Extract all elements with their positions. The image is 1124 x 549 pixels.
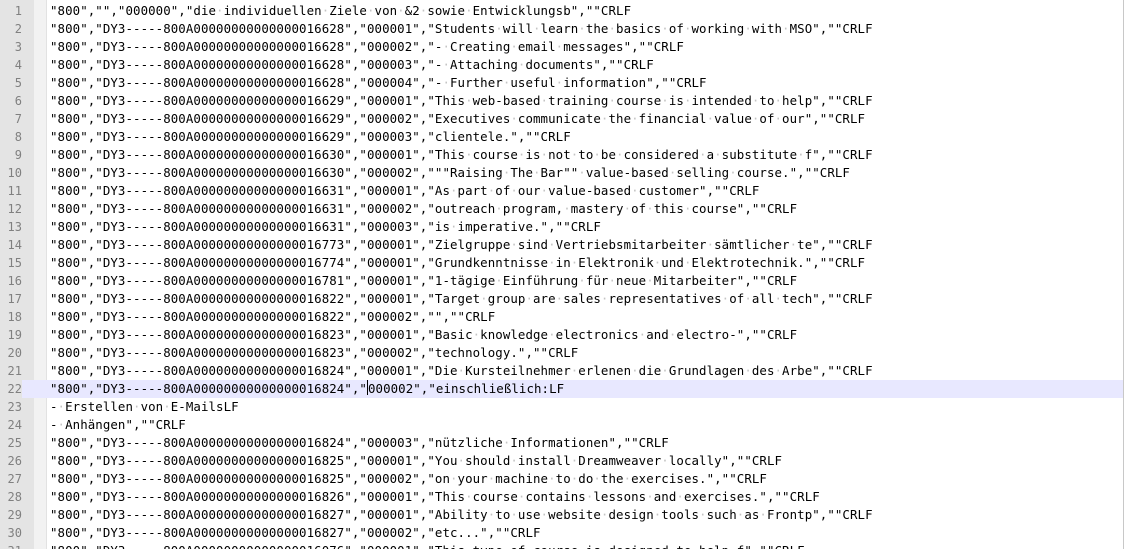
line-text[interactable]: "800","DY3-----800A00000000000000016824"… [50, 434, 669, 452]
line-number: 1 [14, 4, 22, 18]
editor-line[interactable]: 8 "800","DY3-----800A00000000000000016629… [0, 128, 1124, 146]
line-number: 7 [14, 112, 22, 126]
editor-line[interactable]: 30 "800","DY3-----800A0000000000000001682… [0, 524, 1124, 542]
editor-line[interactable]: 17 "800","DY3-----800A0000000000000001682… [0, 290, 1124, 308]
line-text[interactable]: "800","DY3-----800A00000000000000016826"… [50, 488, 820, 506]
editor-line[interactable]: 1 "800","","000000","die·individuellen·Zi… [0, 2, 1124, 20]
line-text[interactable]: "800","DY3-----800A00000000000000016825"… [50, 452, 782, 470]
editor-line[interactable]: 18 "800","DY3-----800A0000000000000001682… [0, 308, 1124, 326]
editor-line[interactable]: 23 -·Erstellen·von·E-MailsLF [0, 398, 1124, 416]
editor-line[interactable]: 26 "800","DY3-----800A0000000000000001682… [0, 452, 1124, 470]
editor-line[interactable]: 5 "800","DY3-----800A00000000000000016628… [0, 74, 1124, 92]
line-text[interactable]: "800","DY3-----800A00000000000000016076"… [50, 542, 805, 549]
line-text[interactable]: "800","DY3-----800A00000000000000016827"… [50, 524, 541, 542]
line-number: 29 [7, 508, 22, 522]
line-number: 11 [7, 184, 22, 198]
line-number: 9 [14, 148, 22, 162]
line-number: 28 [7, 490, 22, 504]
line-text[interactable]: "800","DY3-----800A00000000000000016628"… [50, 56, 654, 74]
line-number: 5 [14, 76, 22, 90]
editor-line[interactable]: 7 "800","DY3-----800A00000000000000016629… [0, 110, 1124, 128]
line-text[interactable]: "800","DY3-----800A00000000000000016628"… [50, 74, 707, 92]
line-text[interactable]: "800","DY3-----800A00000000000000016823"… [50, 326, 797, 344]
line-text[interactable]: "800","DY3-----800A00000000000000016628"… [50, 20, 873, 38]
editor-line[interactable]: 4 "800","DY3-----800A00000000000000016628… [0, 56, 1124, 74]
line-text[interactable]: "800","DY3-----800A00000000000000016631"… [50, 182, 759, 200]
text-editor[interactable]: 1 "800","","000000","die·individuellen·Zi… [0, 0, 1124, 549]
line-number: 12 [7, 202, 22, 216]
editor-line[interactable]: 16 "800","DY3-----800A0000000000000001678… [0, 272, 1124, 290]
line-number: 20 [7, 346, 22, 360]
line-text[interactable]: "800","DY3-----800A00000000000000016781"… [50, 272, 797, 290]
editor-line[interactable]: 12 "800","DY3-----800A0000000000000001663… [0, 200, 1124, 218]
line-number: 10 [7, 166, 22, 180]
line-number: 26 [7, 454, 22, 468]
line-text[interactable]: "800","DY3-----800A00000000000000016824"… [50, 380, 564, 398]
line-text[interactable]: "800","DY3-----800A00000000000000016774"… [50, 254, 865, 272]
line-number: 22 [0, 380, 22, 398]
line-number: 15 [7, 256, 22, 270]
editor-line[interactable]: 20 "800","DY3-----800A0000000000000001682… [0, 344, 1124, 362]
line-number: 24 [7, 418, 22, 432]
line-number: 17 [7, 292, 22, 306]
editor-line[interactable]: 25 "800","DY3-----800A0000000000000001682… [0, 434, 1124, 452]
editor-line[interactable]: 24 -·Anhängen",""CRLF [0, 416, 1124, 434]
line-text[interactable]: "800","DY3-----800A00000000000000016825"… [50, 470, 767, 488]
line-number: 30 [7, 526, 22, 540]
line-text[interactable]: "800","DY3-----800A00000000000000016629"… [50, 92, 873, 110]
line-text[interactable]: "800","DY3-----800A00000000000000016827"… [50, 506, 873, 524]
editor-line[interactable]: 9 "800","DY3-----800A00000000000000016630… [0, 146, 1124, 164]
line-number: 4 [14, 58, 22, 72]
editor-line[interactable]: 21 "800","DY3-----800A0000000000000001682… [0, 362, 1124, 380]
line-number: 19 [7, 328, 22, 342]
line-text[interactable]: "800","DY3-----800A00000000000000016630"… [50, 164, 850, 182]
line-text[interactable]: "800","DY3-----800A00000000000000016822"… [50, 308, 495, 326]
line-number: 14 [7, 238, 22, 252]
line-text[interactable]: "800","DY3-----800A00000000000000016631"… [50, 218, 601, 236]
line-text[interactable]: "800","DY3-----800A00000000000000016628"… [50, 38, 684, 56]
editor-line[interactable]: 13 "800","DY3-----800A0000000000000001663… [0, 218, 1124, 236]
line-number: 31 [0, 542, 22, 549]
line-text[interactable]: "800","DY3-----800A00000000000000016629"… [50, 128, 571, 146]
editor-line[interactable]: 2 "800","DY3-----800A00000000000000016628… [0, 20, 1124, 38]
line-number: 21 [7, 364, 22, 378]
line-number: 23 [7, 400, 22, 414]
line-text[interactable]: "800","","000000","die·individuellen·Zie… [50, 2, 631, 20]
line-number: 13 [7, 220, 22, 234]
line-text[interactable]: -·Anhängen",""CRLF [50, 416, 186, 434]
editor-line[interactable]: 11 "800","DY3-----800A0000000000000001663… [0, 182, 1124, 200]
editor-line[interactable]: 15 "800","DY3-----800A0000000000000001677… [0, 254, 1124, 272]
text-caret [366, 380, 368, 395]
line-text[interactable]: "800","DY3-----800A00000000000000016773"… [50, 236, 873, 254]
editor-line[interactable]: 28 "800","DY3-----800A0000000000000001682… [0, 488, 1124, 506]
editor-line[interactable]: 14 "800","DY3-----800A0000000000000001677… [0, 236, 1124, 254]
line-text[interactable]: "800","DY3-----800A00000000000000016629"… [50, 110, 865, 128]
line-number: 18 [7, 310, 22, 324]
editor-line[interactable]: 3 "800","DY3-----800A00000000000000016628… [0, 38, 1124, 56]
line-number: 6 [14, 94, 22, 108]
editor-text-area[interactable]: 1 "800","","000000","die·individuellen·Zi… [0, 2, 1124, 549]
line-number: 16 [7, 274, 22, 288]
line-number: 3 [14, 40, 22, 54]
editor-line[interactable]: 27 "800","DY3-----800A0000000000000001682… [0, 470, 1124, 488]
editor-line[interactable]: 29 "800","DY3-----800A0000000000000001682… [0, 506, 1124, 524]
line-number: 8 [14, 130, 22, 144]
line-text[interactable]: "800","DY3-----800A00000000000000016630"… [50, 146, 873, 164]
line-number: 2 [14, 22, 22, 36]
editor-line[interactable]: 22 "800","DY3-----800A0000000000000001682… [0, 380, 1124, 398]
line-text[interactable]: "800","DY3-----800A00000000000000016823"… [50, 344, 578, 362]
line-number: 25 [7, 436, 22, 450]
line-text[interactable]: -·Erstellen·von·E-MailsLF [50, 398, 239, 416]
editor-line[interactable]: 31 "800","DY3-----800A0000000000000001607… [0, 542, 1124, 549]
editor-line[interactable]: 10 "800","DY3-----800A0000000000000001663… [0, 164, 1124, 182]
line-text[interactable]: "800","DY3-----800A00000000000000016822"… [50, 290, 873, 308]
line-text[interactable]: "800","DY3-----800A00000000000000016824"… [50, 362, 873, 380]
editor-line[interactable]: 19 "800","DY3-----800A0000000000000001682… [0, 326, 1124, 344]
line-text[interactable]: "800","DY3-----800A00000000000000016631"… [50, 200, 797, 218]
editor-line[interactable]: 6 "800","DY3-----800A00000000000000016629… [0, 92, 1124, 110]
line-number: 27 [7, 472, 22, 486]
